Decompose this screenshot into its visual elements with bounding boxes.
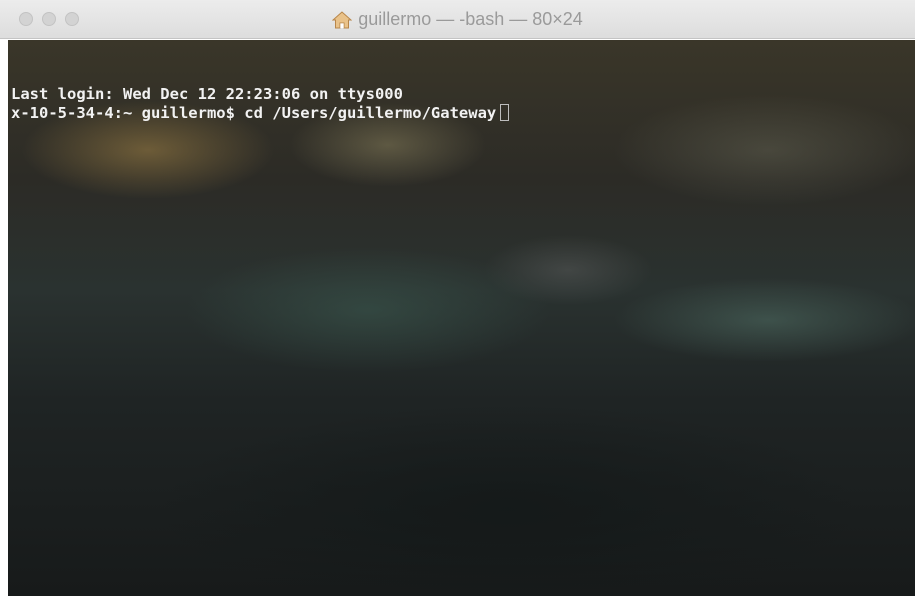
terminal-line-login: Last login: Wed Dec 12 22:23:06 on ttys0… bbox=[11, 85, 403, 103]
home-icon bbox=[331, 10, 353, 29]
terminal-content[interactable]: Last login: Wed Dec 12 22:23:06 on ttys0… bbox=[8, 40, 915, 596]
terminal-line-prompt: x-10-5-34-4:~ guillermo$ cd /Users/guill… bbox=[11, 104, 510, 123]
terminal-command: x-10-5-34-4:~ guillermo$ cd /Users/guill… bbox=[11, 104, 497, 122]
window-title: guillermo — -bash — 80×24 bbox=[358, 9, 583, 29]
cursor-block-icon bbox=[500, 104, 510, 121]
title-bar[interactable]: guillermo — -bash — 80×24 bbox=[0, 0, 915, 39]
window-title-area: guillermo — -bash — 80×24 bbox=[0, 0, 915, 39]
terminal-window: guillermo — -bash — 80×24 Last login: We… bbox=[0, 0, 915, 596]
